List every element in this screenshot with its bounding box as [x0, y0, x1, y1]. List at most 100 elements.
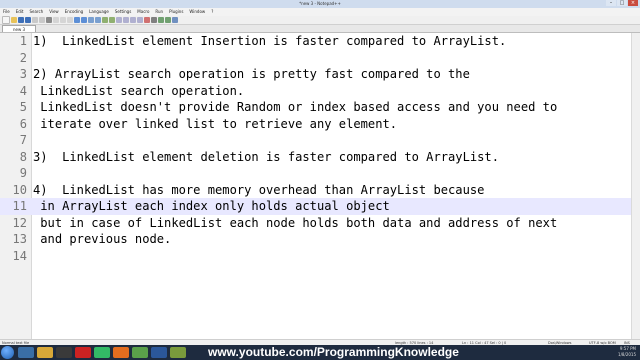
- line-text[interactable]: but in case of LinkedList each node hold…: [33, 215, 557, 232]
- acrobat-icon[interactable]: [75, 347, 91, 358]
- chrome-icon[interactable]: [132, 347, 148, 358]
- replace-icon[interactable]: [95, 17, 101, 23]
- clock-date: 1/8/2015: [618, 352, 636, 357]
- menu-help[interactable]: ?: [208, 8, 216, 16]
- menu-view[interactable]: View: [46, 8, 62, 16]
- word-icon[interactable]: [151, 347, 167, 358]
- editor-line[interactable]: 4 LinkedList search operation.: [0, 83, 640, 100]
- ie-icon[interactable]: [18, 347, 34, 358]
- record-macro-icon[interactable]: [144, 17, 150, 23]
- taskbar: www.youtube.com/ProgrammingKnowledge 9:5…: [0, 345, 640, 360]
- line-text[interactable]: 3) LinkedList element deletion is faster…: [33, 149, 499, 166]
- new-file-icon[interactable]: [2, 16, 10, 24]
- editor-line[interactable]: 14: [0, 248, 640, 265]
- line-number: 5: [19, 100, 27, 114]
- editor-line[interactable]: 7: [0, 132, 640, 149]
- line-number: 6: [19, 116, 27, 131]
- line-number: 12: [12, 215, 27, 230]
- channel-url: www.youtube.com/ProgrammingKnowledge: [208, 345, 459, 359]
- editor-line[interactable]: 10 4) LinkedList has more memory overhead…: [0, 182, 640, 199]
- menu-plugins[interactable]: Plugins: [166, 8, 186, 16]
- redo-icon[interactable]: [81, 17, 87, 23]
- close-all-icon[interactable]: [39, 17, 45, 23]
- copy-icon[interactable]: [60, 17, 66, 23]
- line-number: 11: [12, 199, 27, 213]
- editor-line[interactable]: 13 and previous node.: [0, 231, 640, 248]
- line-text[interactable]: in ArrayList each index only holds actua…: [33, 198, 390, 215]
- line-text[interactable]: LinkedList search operation.: [33, 83, 244, 100]
- editor-line[interactable]: 2: [0, 50, 640, 67]
- save-icon[interactable]: [18, 17, 24, 23]
- line-text[interactable]: iterate over linked list to retrieve any…: [33, 116, 397, 133]
- editor-line[interactable]: 6 iterate over linked list to retrieve a…: [0, 116, 640, 133]
- line-text[interactable]: 4) LinkedList has more memory overhead t…: [33, 182, 484, 199]
- paste-icon[interactable]: [67, 17, 73, 23]
- line-number: 8: [19, 149, 27, 164]
- find-icon[interactable]: [88, 17, 94, 23]
- title-bar: *new 3 - Notepad++ – □ ×: [0, 0, 640, 8]
- zoom-in-icon[interactable]: [102, 17, 108, 23]
- editor[interactable]: 1 1) LinkedList element Insertion is fast…: [0, 33, 640, 339]
- editor-line[interactable]: 9: [0, 165, 640, 182]
- line-number: 10: [12, 182, 27, 197]
- window-title: *new 3 - Notepad++: [299, 1, 341, 6]
- menu-search[interactable]: Search: [26, 8, 46, 16]
- window-controls: – □ ×: [606, 0, 638, 6]
- indent-guide-icon[interactable]: [137, 17, 143, 23]
- close-button[interactable]: ×: [628, 0, 638, 6]
- firefox-icon[interactable]: [113, 347, 129, 358]
- editor-line[interactable]: 1 1) LinkedList element Insertion is fast…: [0, 33, 640, 50]
- undo-icon[interactable]: [74, 17, 80, 23]
- save-all-icon[interactable]: [25, 17, 31, 23]
- editor-line[interactable]: 8 3) LinkedList element deletion is faste…: [0, 149, 640, 166]
- line-number: 14: [12, 248, 27, 263]
- menu-macro[interactable]: Macro: [134, 8, 152, 16]
- editor-line[interactable]: 11 in ArrayList each index only holds ac…: [0, 198, 640, 215]
- menu-encoding[interactable]: Encoding: [62, 8, 86, 16]
- line-number: 1: [19, 34, 27, 48]
- line-text[interactable]: 1) LinkedList element Insertion is faste…: [33, 33, 506, 50]
- show-all-chars-icon[interactable]: [130, 17, 136, 23]
- vertical-scrollbar[interactable]: [631, 33, 640, 339]
- line-number: 2: [19, 50, 27, 65]
- notepadpp-icon[interactable]: [170, 347, 186, 358]
- line-text[interactable]: LinkedList doesn't provide Random or ind…: [33, 99, 557, 116]
- editor-line[interactable]: 12 but in case of LinkedList each node h…: [0, 215, 640, 232]
- zoom-out-icon[interactable]: [109, 17, 115, 23]
- open-file-icon[interactable]: [11, 17, 17, 23]
- stop-macro-icon[interactable]: [151, 17, 157, 23]
- explorer-icon[interactable]: [37, 347, 53, 358]
- menu-language[interactable]: Language: [86, 8, 112, 16]
- toolbar: [0, 16, 640, 25]
- minimize-button[interactable]: –: [606, 0, 616, 6]
- start-button[interactable]: [1, 346, 14, 359]
- line-number: 7: [19, 133, 27, 147]
- menu-window[interactable]: Window: [186, 8, 208, 16]
- line-number: 9: [19, 166, 27, 180]
- word-wrap-icon[interactable]: [123, 17, 129, 23]
- menu-run[interactable]: Run: [152, 8, 166, 16]
- play-macro-icon[interactable]: [158, 17, 164, 23]
- menu-settings[interactable]: Settings: [112, 8, 134, 16]
- eclipse-icon[interactable]: [94, 347, 110, 358]
- close-file-icon[interactable]: [32, 17, 38, 23]
- line-text[interactable]: and previous node.: [33, 231, 171, 248]
- tab-strip: new 3: [0, 25, 640, 33]
- menu-bar: File Edit Search View Encoding Language …: [0, 8, 640, 16]
- system-clock: 9:57 PM 1/8/2015: [618, 346, 636, 358]
- maximize-button[interactable]: □: [617, 0, 627, 6]
- tab-new-3[interactable]: new 3: [2, 25, 36, 32]
- run-macro-multiple-icon[interactable]: [165, 17, 171, 23]
- cut-icon[interactable]: [53, 17, 59, 23]
- save-macro-icon[interactable]: [172, 17, 178, 23]
- line-number: 13: [12, 232, 27, 246]
- menu-edit[interactable]: Edit: [13, 8, 27, 16]
- line-number: 4: [19, 83, 27, 98]
- print-icon[interactable]: [46, 17, 52, 23]
- menu-file[interactable]: File: [0, 8, 13, 16]
- editor-line[interactable]: 5 LinkedList doesn't provide Random or i…: [0, 99, 640, 116]
- editor-line[interactable]: 3 2) ArrayList search operation is pretty…: [0, 66, 640, 83]
- line-text[interactable]: 2) ArrayList search operation is pretty …: [33, 66, 470, 83]
- sync-scroll-icon[interactable]: [116, 17, 122, 23]
- media-player-icon[interactable]: [56, 347, 72, 358]
